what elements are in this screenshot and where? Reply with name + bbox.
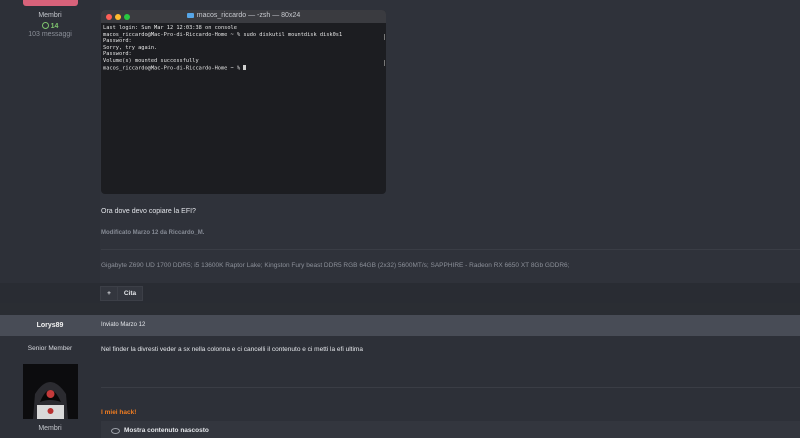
post-separator	[0, 303, 800, 315]
terminal-line: Sorry, try again.	[103, 44, 158, 51]
terminal-line: Last login: Sun Mar 12 12:03:38 on conso…	[103, 25, 237, 31]
terminal-cursor	[243, 64, 247, 71]
signature-divider	[101, 387, 800, 388]
author-group-badge	[23, 0, 78, 6]
post1-text: Ora dove devo copiare la EFI?	[101, 208, 196, 215]
multiquote-button[interactable]: +	[100, 286, 118, 301]
signature-divider	[101, 249, 800, 250]
folder-icon	[186, 13, 194, 18]
reputation-icon	[41, 22, 49, 29]
author-message-count[interactable]: 103 messaggi	[0, 31, 100, 38]
hidden-content-label[interactable]: Mostra contenuto nascosto	[124, 427, 209, 434]
terminal-output: Last login: Sun Mar 12 12:03:38 on conso…	[103, 25, 342, 72]
post2-username[interactable]: Lorys89	[0, 322, 100, 329]
post1-signature: Gigabyte Z690 UD 1700 DDR5; i5 13600K Ra…	[101, 262, 570, 269]
terminal-title: macos_riccardo — -zsh — 80x24	[101, 12, 386, 19]
post1-edited-note: Modificato Marzo 12 da Riccardo_M.	[101, 230, 205, 236]
author-group: Membri	[38, 12, 62, 19]
terminal-scroll-mark	[384, 34, 385, 40]
terminal-line: macos_riccardo@Mac-Pro-di-Riccardo-Home …	[103, 31, 343, 38]
post2-author-group: Membri	[38, 425, 62, 432]
avatar[interactable]	[23, 364, 78, 419]
post2-date[interactable]: Inviato Marzo 12	[101, 322, 145, 328]
post2-text: Nel finder la divresti veder a sx nella …	[101, 346, 363, 353]
terminal-line: macos_riccardo@Mac-Pro-di-Riccardo-Home …	[103, 65, 244, 72]
post2-signature: I miei hack!	[101, 409, 137, 416]
author-reputation[interactable]: 14	[0, 22, 100, 30]
terminal-scroll-mark	[384, 60, 385, 66]
eye-icon	[111, 428, 120, 434]
terminal-title-text: macos_riccardo — -zsh — 80x24	[196, 12, 301, 19]
quote-button[interactable]: Cita	[117, 286, 143, 301]
terminal-line: Password:	[103, 38, 132, 45]
reputation-count: 14	[50, 23, 59, 30]
terminal-screenshot: macos_riccardo — -zsh — 80x24 Last login…	[101, 10, 386, 194]
terminal-line: Volume(s) mounted successfully	[103, 57, 199, 64]
hooded-figure-avatar-icon	[23, 364, 78, 419]
post2-rank: Senior Member	[27, 345, 73, 352]
terminal-line: Password:	[103, 51, 132, 58]
